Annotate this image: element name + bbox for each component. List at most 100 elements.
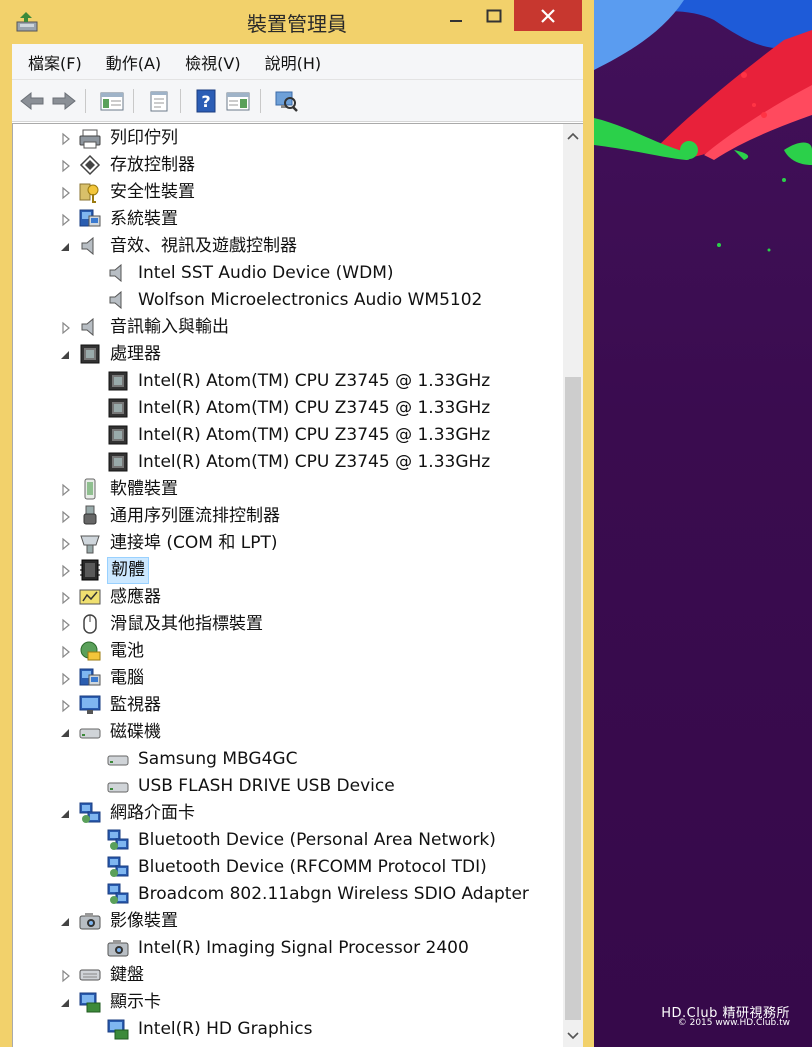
- processor-chip-icon: [107, 397, 131, 421]
- collapsed-arrow-icon[interactable]: [59, 617, 73, 632]
- scroll-down-button[interactable]: [563, 1024, 583, 1047]
- collapsed-arrow-icon[interactable]: [59, 563, 73, 578]
- tree-device[interactable]: Samsung MBG4GC: [13, 746, 563, 773]
- forward-button[interactable]: [50, 88, 78, 114]
- tree-category[interactable]: 鍵盤: [13, 962, 563, 989]
- tree-category[interactable]: 韌體: [13, 557, 563, 584]
- help-button[interactable]: ?: [192, 88, 220, 114]
- expanded-arrow-icon[interactable]: [59, 806, 73, 820]
- tree-category[interactable]: 軟體裝置: [13, 476, 563, 503]
- tree-category[interactable]: 監視器: [13, 692, 563, 719]
- collapsed-arrow-icon[interactable]: [59, 482, 73, 497]
- back-button[interactable]: [18, 88, 46, 114]
- properties-button[interactable]: [145, 88, 173, 114]
- tree-category[interactable]: 網路介面卡: [13, 800, 563, 827]
- tree-item-label: 滑鼠及其他指標裝置: [110, 614, 263, 634]
- scan-hardware-button[interactable]: [272, 88, 300, 114]
- collapsed-arrow-icon[interactable]: [59, 698, 73, 713]
- tree-category[interactable]: 感應器: [13, 584, 563, 611]
- tree-item-label: 韌體: [107, 557, 149, 584]
- tree-category[interactable]: 顯示卡: [13, 989, 563, 1016]
- collapsed-arrow-icon[interactable]: [59, 212, 73, 227]
- tree-device[interactable]: Intel(R) Atom(TM) CPU Z3745 @ 1.33GHz: [13, 422, 563, 449]
- tree-category[interactable]: 存放控制器: [13, 152, 563, 179]
- tree-category[interactable]: 影像裝置: [13, 908, 563, 935]
- tree-device[interactable]: Intel(R) Atom(TM) CPU Z3745 @ 1.33GHz: [13, 368, 563, 395]
- show-hide-console-tree-button[interactable]: [98, 88, 126, 114]
- collapsed-arrow-icon[interactable]: [59, 158, 73, 173]
- tree-category[interactable]: 處理器: [13, 341, 563, 368]
- tree-item-label: Intel(R) Atom(TM) CPU Z3745 @ 1.33GHz: [138, 371, 491, 391]
- tree-item-label: Samsung MBG4GC: [138, 749, 298, 769]
- tree-category[interactable]: 系統裝置: [13, 206, 563, 233]
- device-tree: 列印佇列 存放控制器 安全性裝置 系統裝置 音效、視訊及遊戲控制器 Intel SST A…: [12, 123, 583, 1047]
- maximize-button[interactable]: [474, 0, 514, 31]
- tree-device[interactable]: Intel(R) Imaging Signal Processor 2400: [13, 935, 563, 962]
- expanded-arrow-icon[interactable]: [59, 347, 73, 361]
- window-client-area: 檔案(F) 動作(A) 檢視(V) 說明(H) ? 列印佇列 存放控制器 安全性…: [12, 44, 583, 1047]
- collapsed-arrow-icon[interactable]: [59, 671, 73, 686]
- tree-category[interactable]: 安全性裝置: [13, 179, 563, 206]
- tree-item-label: Bluetooth Device (RFCOMM Protocol TDI): [138, 857, 487, 877]
- title-bar[interactable]: 裝置管理員: [0, 0, 594, 44]
- desktop-wallpaper: HD.Club 精研視務所 © 2015 www.HD.Club.tw: [594, 0, 812, 1047]
- expanded-arrow-icon[interactable]: [59, 995, 73, 1009]
- expanded-arrow-icon[interactable]: [59, 914, 73, 928]
- tree-device[interactable]: USB FLASH DRIVE USB Device: [13, 773, 563, 800]
- tree-device[interactable]: Wolfson Microelectronics Audio WM5102: [13, 287, 563, 314]
- scroll-up-button[interactable]: [563, 124, 583, 148]
- expanded-arrow-icon[interactable]: [59, 725, 73, 739]
- tree-item-label: Intel(R) Atom(TM) CPU Z3745 @ 1.33GHz: [138, 425, 491, 445]
- tree-category[interactable]: 滑鼠及其他指標裝置: [13, 611, 563, 638]
- tree-item-label: 磁碟機: [110, 722, 161, 742]
- menu-file[interactable]: 檔案(F): [28, 50, 82, 74]
- tree-category[interactable]: 通用序列匯流排控制器: [13, 503, 563, 530]
- tree-item-label: Intel(R) Atom(TM) CPU Z3745 @ 1.33GHz: [138, 452, 491, 472]
- collapsed-arrow-icon[interactable]: [59, 536, 73, 551]
- close-button[interactable]: [514, 0, 582, 31]
- menu-view[interactable]: 檢視(V): [185, 50, 240, 74]
- collapsed-arrow-icon[interactable]: [59, 185, 73, 200]
- collapsed-arrow-icon[interactable]: [59, 590, 73, 605]
- tree-category[interactable]: 音效、視訊及遊戲控制器: [13, 233, 563, 260]
- tree-device[interactable]: Intel(R) HD Graphics: [13, 1016, 563, 1043]
- tree-device[interactable]: Bluetooth Device (Personal Area Network): [13, 827, 563, 854]
- scrollbar-thumb[interactable]: [565, 377, 581, 1020]
- tree-category[interactable]: 音訊輸入與輸出: [13, 314, 563, 341]
- tree-category[interactable]: 電腦: [13, 665, 563, 692]
- tree-device[interactable]: Bluetooth Device (RFCOMM Protocol TDI): [13, 854, 563, 881]
- tree-category[interactable]: 連接埠 (COM 和 LPT): [13, 530, 563, 557]
- menu-help[interactable]: 說明(H): [265, 50, 322, 74]
- collapsed-arrow-icon[interactable]: [59, 644, 73, 659]
- action-pane-button[interactable]: [224, 88, 252, 114]
- tree-item-label: USB FLASH DRIVE USB Device: [138, 776, 395, 796]
- expanded-arrow-icon[interactable]: [59, 239, 73, 253]
- disk-drive-icon: [107, 775, 131, 799]
- tree-category[interactable]: 列印佇列: [13, 125, 563, 152]
- tree-item-label: Bluetooth Device (Personal Area Network): [138, 830, 496, 850]
- toolbar: ?: [12, 80, 583, 122]
- collapsed-arrow-icon[interactable]: [59, 509, 73, 524]
- tree-category[interactable]: 電池: [13, 638, 563, 665]
- speaker-icon: [79, 235, 103, 259]
- collapsed-arrow-icon[interactable]: [59, 320, 73, 335]
- tree-item-label: Intel(R) Imaging Signal Processor 2400: [138, 938, 469, 958]
- tree-device[interactable]: Intel(R) Atom(TM) CPU Z3745 @ 1.33GHz: [13, 395, 563, 422]
- network-adapter-icon: [107, 856, 131, 880]
- tree-device[interactable]: Broadcom 802.11abgn Wireless SDIO Adapte…: [13, 881, 563, 908]
- action-pane-icon: [226, 92, 250, 111]
- tree-device[interactable]: Intel(R) Atom(TM) CPU Z3745 @ 1.33GHz: [13, 449, 563, 476]
- tree-category[interactable]: 磁碟機: [13, 719, 563, 746]
- collapsed-arrow-icon[interactable]: [59, 131, 73, 146]
- vertical-scrollbar[interactable]: [563, 124, 583, 1047]
- speaker-icon: [79, 316, 103, 340]
- menu-action[interactable]: 動作(A): [106, 50, 161, 74]
- computer-icon: [79, 667, 103, 691]
- tree-device[interactable]: Intel SST Audio Device (WDM): [13, 260, 563, 287]
- tree-item-label: 感應器: [110, 587, 161, 607]
- collapsed-arrow-icon[interactable]: [59, 968, 73, 983]
- tree-item-label: Intel(R) Atom(TM) CPU Z3745 @ 1.33GHz: [138, 398, 491, 418]
- mouse-icon: [79, 613, 103, 637]
- minimize-button[interactable]: [438, 0, 474, 31]
- tree-item-label: 電腦: [110, 668, 144, 688]
